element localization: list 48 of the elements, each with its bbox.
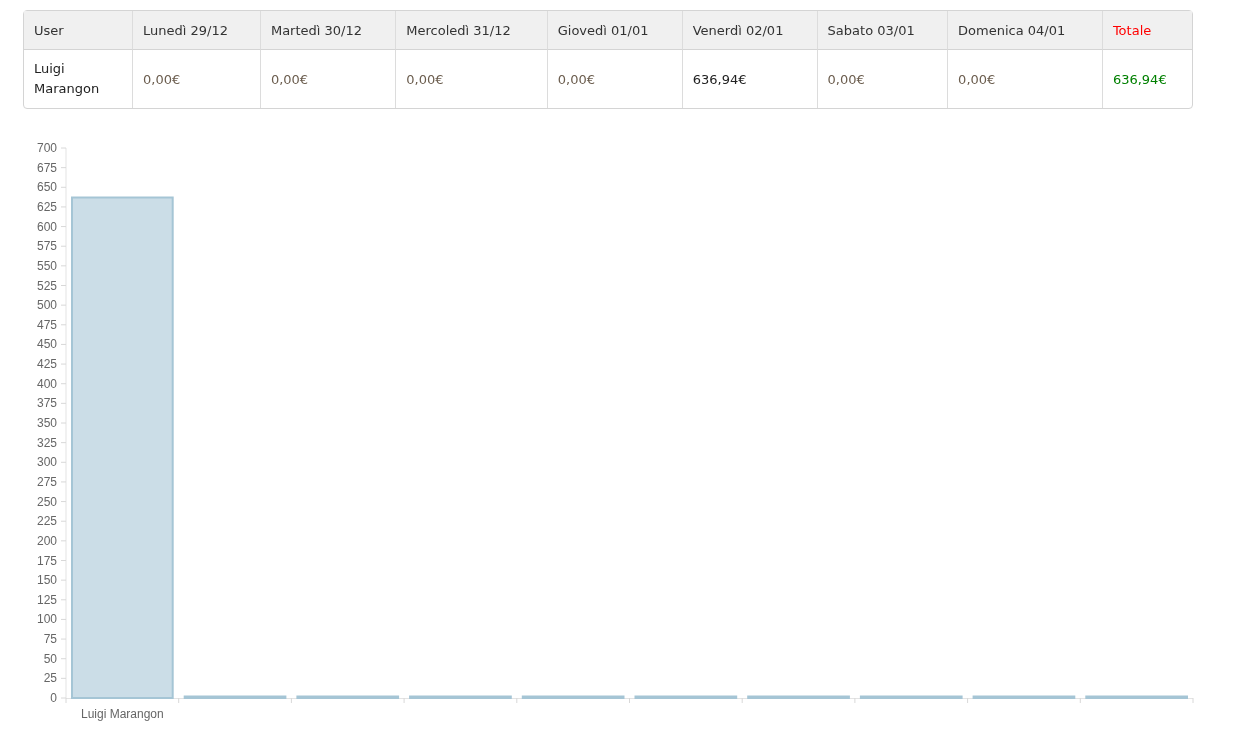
y-tick-label: 525 [36, 278, 57, 293]
column-header: Martedì 30/12 [260, 11, 397, 50]
y-tick-label: 200 [36, 533, 57, 548]
table-cell: Luigi Marangon [24, 50, 133, 108]
y-tick-label: 625 [36, 199, 57, 214]
column-header: Sabato 03/01 [817, 11, 949, 50]
y-tick-label: 350 [36, 416, 57, 430]
y-tick-label: 700 [36, 141, 57, 155]
column-header: User [24, 11, 133, 50]
y-tick-label: 425 [36, 357, 57, 372]
y-tick-label: 325 [36, 435, 57, 450]
table-cell: 0,00€ [133, 50, 261, 108]
y-tick-label: 275 [36, 474, 57, 489]
y-tick-label: 475 [36, 317, 57, 332]
y-tick-label: 575 [36, 239, 57, 254]
y-tick-label: 650 [36, 180, 57, 195]
y-tick-label: 75 [43, 632, 57, 647]
y-tick-label: 100 [36, 612, 57, 627]
table-cell: 0,00€ [948, 50, 1103, 108]
y-tick-label: 125 [36, 592, 57, 607]
table-cell: 636,94€ [682, 50, 818, 108]
y-tick-label: 25 [43, 671, 57, 686]
column-header: Lunedì 29/12 [133, 11, 261, 50]
y-tick-label: 175 [36, 553, 57, 568]
y-tick-label: 675 [36, 160, 57, 175]
column-header: Giovedì 01/01 [547, 11, 683, 50]
column-header: Totale [1102, 11, 1192, 50]
table-cell-text: 636,94€ [1111, 70, 1168, 89]
y-tick-label: 50 [43, 651, 57, 666]
table-cell: 0,00€ [547, 50, 683, 108]
table-cell: 0,00€ [396, 50, 548, 108]
y-tick-label: 375 [36, 396, 57, 411]
y-tick-label: 150 [36, 573, 57, 588]
y-tick-label: 450 [36, 337, 57, 352]
y-tick-label: 500 [36, 298, 57, 313]
y-tick-label: 250 [36, 494, 57, 509]
table-cell: 0,00€ [817, 50, 949, 108]
y-tick-label: 225 [36, 514, 57, 529]
column-header: Venerdì 02/01 [682, 11, 818, 50]
y-tick-label: 400 [36, 376, 57, 391]
x-tick-label: Luigi Marangon [81, 707, 164, 721]
y-tick-label: 600 [36, 219, 57, 234]
y-tick-label: 0 [50, 691, 57, 705]
y-tick-label: 550 [36, 258, 57, 273]
y-tick-label: 300 [36, 455, 57, 470]
column-header: Domenica 04/01 [948, 11, 1103, 50]
column-header: Mercoledì 31/12 [396, 11, 548, 50]
table-cell: 0,00€ [260, 50, 397, 108]
